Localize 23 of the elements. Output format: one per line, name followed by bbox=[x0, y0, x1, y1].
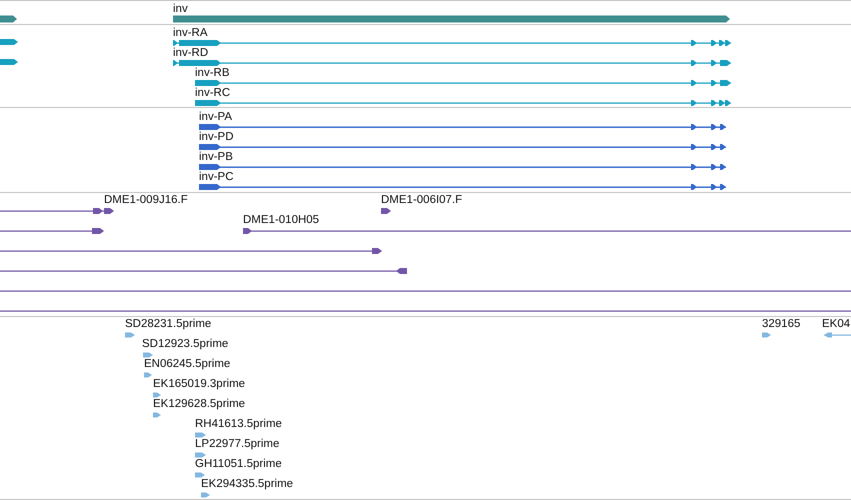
feature-label: SD28231.5prime bbox=[125, 317, 212, 331]
feature-label: GH11051.5prime bbox=[195, 457, 282, 471]
feature-label: inv-PC bbox=[199, 170, 234, 184]
feature-label: EK165019.3prime bbox=[153, 377, 246, 391]
feature-label: EK294335.5prime bbox=[201, 477, 294, 491]
feature-label: inv-PD bbox=[199, 130, 234, 144]
feature-label: inv-RD bbox=[173, 46, 208, 60]
feature-label: EK04 bbox=[822, 317, 850, 331]
feature-label: DME1-010H05 bbox=[243, 213, 320, 227]
feature-label: DME1-006I07.F bbox=[381, 193, 462, 207]
feature-label: inv-PB bbox=[199, 150, 233, 164]
feature-label: inv-RB bbox=[195, 66, 230, 80]
feature-label: inv-PA bbox=[199, 110, 232, 124]
feature-label: EN06245.5prime bbox=[144, 357, 230, 371]
feature-label: inv-RC bbox=[195, 86, 230, 100]
feature-label: 329165 bbox=[762, 317, 800, 331]
feature-label: LP22977.5prime bbox=[195, 437, 280, 451]
feature-label: inv bbox=[173, 2, 188, 16]
feature-label: inv-RA bbox=[173, 26, 208, 40]
feature-label: SD12923.5prime bbox=[142, 337, 228, 351]
feature-label: RH41613.5prime bbox=[195, 417, 282, 431]
feature-label: DME1-009J16.F bbox=[104, 193, 188, 207]
feature-label: EK129628.5prime bbox=[153, 397, 246, 411]
